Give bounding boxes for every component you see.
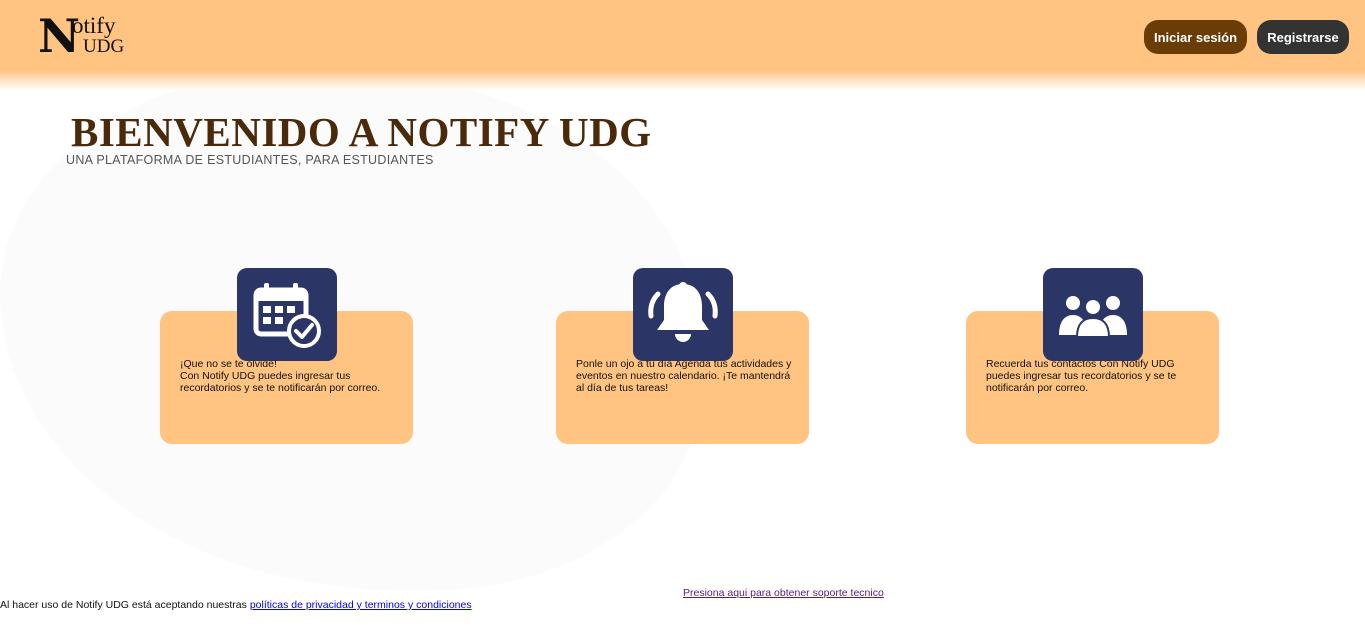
login-button[interactable]: Iniciar sesión <box>1144 20 1247 54</box>
logo-word: otify <box>72 13 116 38</box>
privacy-terms-link[interactable]: políticas de privacidad y terminos y con… <box>250 599 472 611</box>
logo-subword: UDG <box>83 36 125 57</box>
top-bar: N otify UDG Iniciar sesión Registrarse <box>0 0 1365 90</box>
card-description: Recuerda tus contactos Con Notify UDG pu… <box>986 358 1177 394</box>
legal-text: Al hacer uso de Notify UDG está aceptand… <box>0 599 247 611</box>
page: N otify UDG Iniciar sesión Registrarse B… <box>0 0 1365 628</box>
register-button[interactable]: Registrarse <box>1257 20 1349 54</box>
contacts-group-icon <box>1043 268 1143 361</box>
legal-notice: Al hacer uso de Notify UDG está aceptand… <box>0 599 472 612</box>
page-subtitle: UNA PLATAFORMA DE ESTUDIANTES, PARA ESTU… <box>66 153 434 167</box>
calendar-check-icon <box>237 268 337 361</box>
bell-icon <box>633 268 733 361</box>
card-description: Ponle un ojo a tu día Agenda tus activid… <box>576 358 792 394</box>
support-link[interactable]: Presiona aqui para obtener soporte tecni… <box>683 587 884 600</box>
card-text: ¡Que no se te olvide! Con Notify UDG pue… <box>180 358 400 394</box>
card-text: Recuerda tus contactos Con Notify UDG pu… <box>986 358 1206 394</box>
logo[interactable]: N otify UDG <box>38 10 148 62</box>
card-description: Con Notify UDG puedes ingresar tus recor… <box>180 370 381 394</box>
page-title: BIENVENIDO A NOTIFY UDG <box>71 109 652 155</box>
card-text: Ponle un ojo a tu día Agenda tus activid… <box>576 358 796 394</box>
